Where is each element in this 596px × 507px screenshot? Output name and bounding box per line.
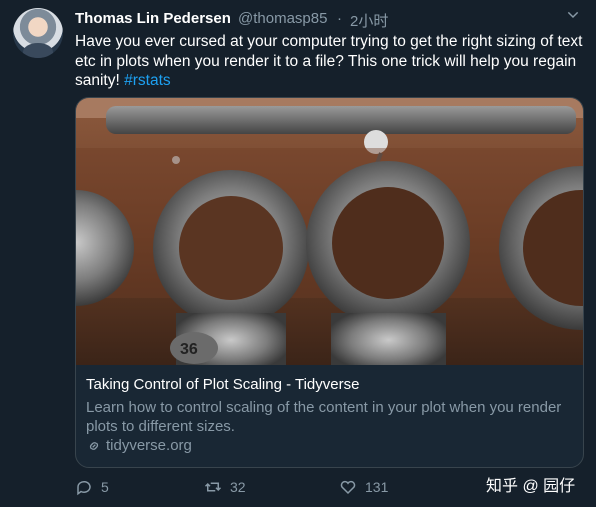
card-description: Learn how to control scaling of the cont… (86, 399, 562, 435)
author-avatar[interactable] (13, 8, 63, 58)
tweet-time[interactable]: 2小时 (350, 10, 388, 31)
link-card[interactable]: 36 Taking Control of Plot Scaling - Tidy… (75, 97, 584, 468)
reply-icon (77, 480, 91, 496)
watermark-text: 知乎 @ 园仔 (486, 478, 576, 495)
author-handle[interactable]: @thomasp85 (238, 10, 327, 27)
card-image: 36 (76, 98, 583, 365)
like-button[interactable]: 131 (339, 478, 388, 496)
chevron-down-icon[interactable] (565, 7, 581, 23)
link-icon (89, 441, 99, 450)
hashtag-link[interactable]: #rstats (124, 72, 171, 89)
like-count: 131 (365, 479, 389, 495)
tweet-text: Have you ever cursed at your computer tr… (75, 32, 583, 91)
separator-dot: · (337, 10, 342, 27)
card-link[interactable]: tidyverse.org (86, 437, 192, 454)
author-name[interactable]: Thomas Lin Pedersen (75, 10, 231, 27)
retweet-icon (204, 482, 222, 492)
card-link-text[interactable]: tidyverse.org (106, 437, 192, 454)
reply-button[interactable]: 5 (75, 478, 109, 496)
card-title[interactable]: Taking Control of Plot Scaling - Tidyver… (86, 376, 359, 393)
retweet-button[interactable]: 32 (204, 478, 246, 496)
retweet-count: 32 (230, 479, 246, 495)
heart-icon (340, 480, 356, 495)
watermark: 知乎 @ 园仔 (486, 472, 575, 496)
reply-count: 5 (101, 479, 109, 495)
wrench-size-label: 36 (180, 341, 198, 358)
